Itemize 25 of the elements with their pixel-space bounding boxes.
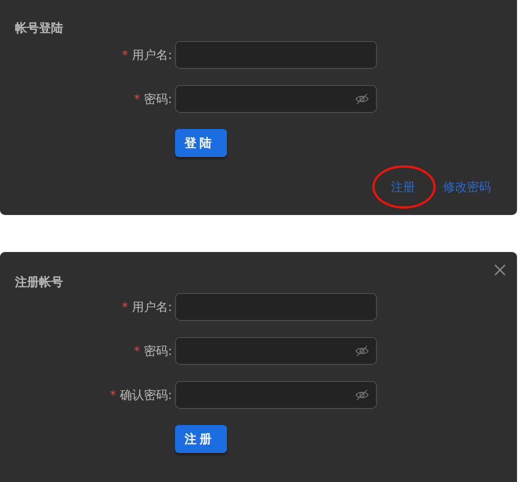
password-field[interactable] — [175, 381, 377, 409]
input-field[interactable] — [175, 293, 377, 321]
required-mark: * — [134, 92, 140, 106]
password-field[interactable] — [175, 85, 377, 113]
input-field[interactable] — [175, 41, 377, 69]
submit-button[interactable]: 登陆 — [175, 129, 227, 157]
field-label: 密码: — [144, 90, 172, 108]
password-field[interactable] — [175, 337, 377, 365]
submit-button[interactable]: 注册 — [175, 425, 227, 453]
dialog-title: 注册帐号 — [15, 275, 63, 289]
close-icon[interactable] — [494, 264, 506, 276]
required-mark: * — [122, 48, 128, 62]
required-mark: * — [110, 388, 116, 402]
link[interactable]: 注册 — [391, 179, 415, 195]
link[interactable]: 修改密码 — [443, 179, 491, 195]
dialog-title: 帐号登陆 — [15, 21, 63, 35]
field-label: 确认密码: — [120, 386, 172, 404]
required-mark: * — [122, 300, 128, 314]
eye-slash-icon[interactable] — [355, 345, 369, 357]
eye-slash-icon[interactable] — [355, 389, 369, 401]
field-label: 用户名: — [132, 46, 172, 64]
required-mark: * — [134, 344, 140, 358]
eye-slash-icon[interactable] — [355, 93, 369, 105]
field-label: 用户名: — [132, 298, 172, 316]
field-label: 密码: — [144, 342, 172, 360]
